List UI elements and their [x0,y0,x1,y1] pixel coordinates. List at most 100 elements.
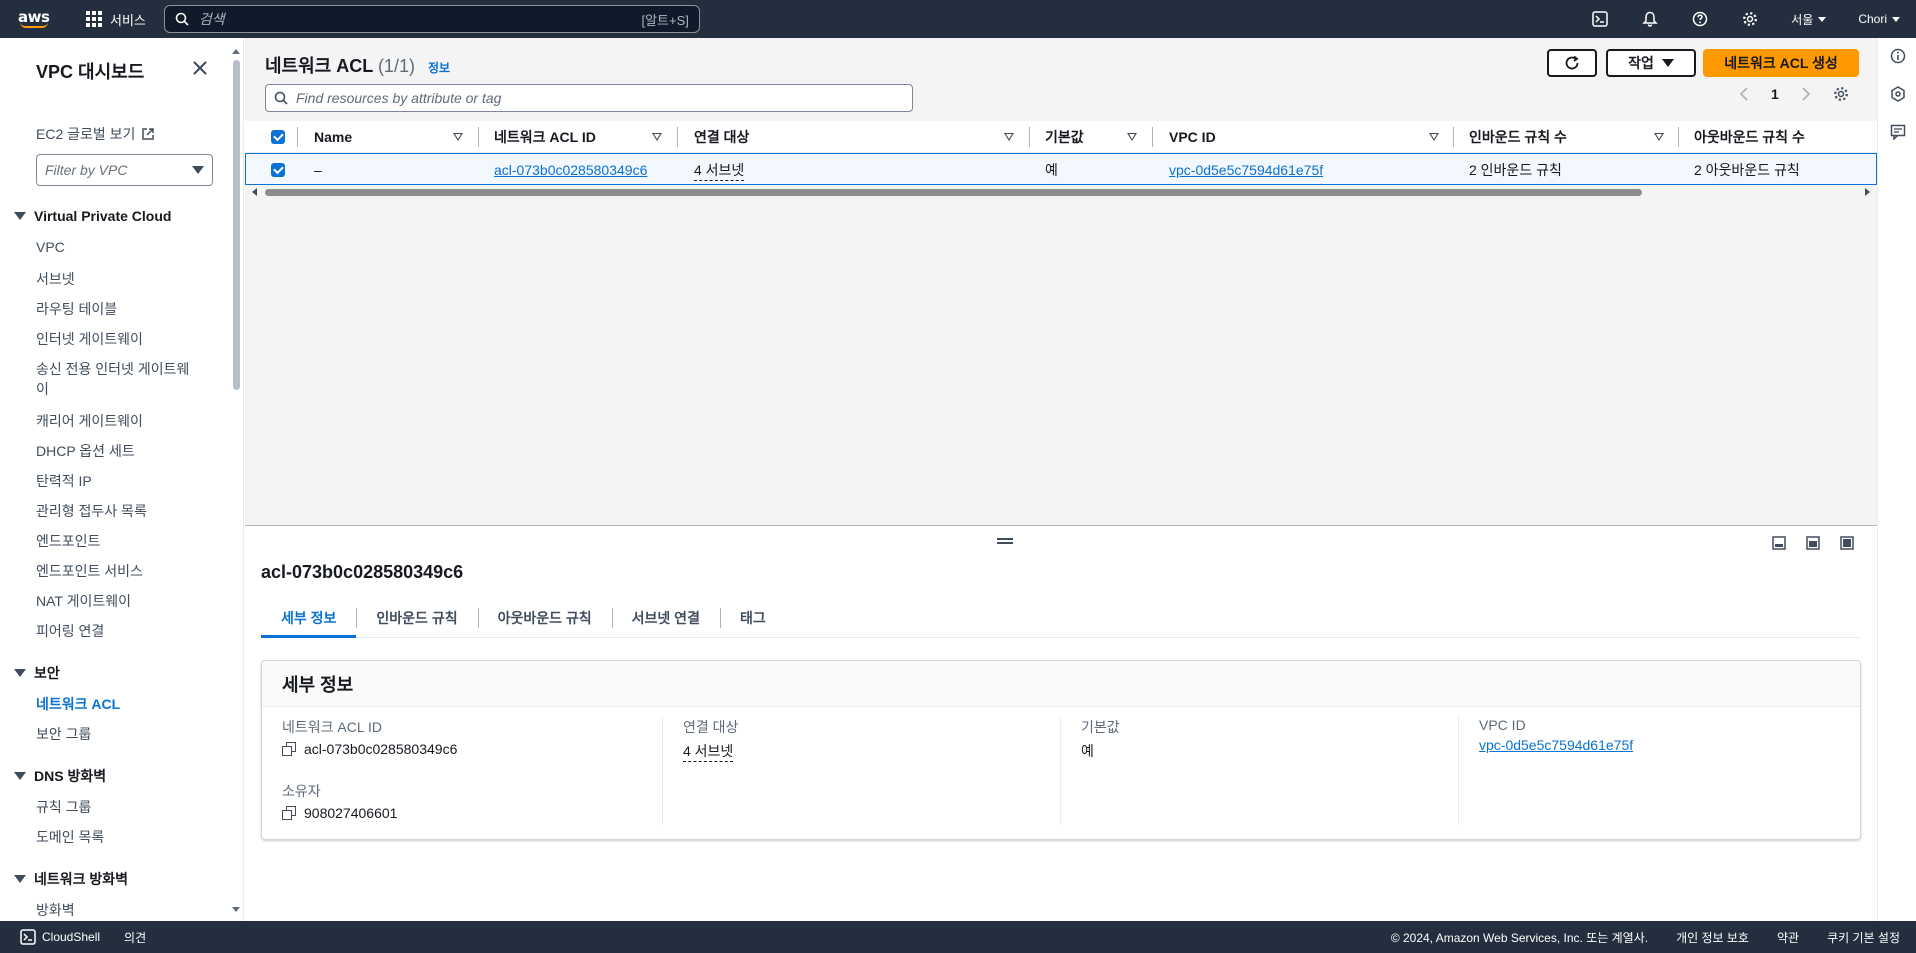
caret-down-icon [14,772,26,780]
horizontal-scrollbar[interactable] [245,186,1877,198]
refresh-button[interactable] [1547,49,1597,77]
scroll-down-icon[interactable] [231,906,241,914]
associated-subnets-link[interactable]: 4 서브넷 [694,160,745,181]
associated-value-link[interactable]: 4 서브넷 [683,741,734,762]
global-search-input[interactable] [198,11,642,27]
section-label: 보안 [34,665,60,681]
scroll-up-icon[interactable] [231,47,241,55]
sidebar-section-dns-firewall[interactable]: DNS 방화벽 [14,766,106,786]
sidebar-item-vpc[interactable]: VPC [36,239,65,255]
sidebar-section-security[interactable]: 보안 [14,663,60,683]
sidebar-item-endpoints[interactable]: 엔드포인트 [36,531,100,551]
services-menu[interactable]: 서비스 [86,10,146,29]
sidebar-item-rule-groups[interactable]: 규칙 그룹 [36,797,91,817]
cookie-preferences-link[interactable]: 쿠키 기본 설정 [1827,929,1900,946]
column-header-associated[interactable]: 연결 대상 [694,121,749,153]
select-all-checkbox[interactable] [271,121,285,153]
vpc-id-link[interactable]: vpc-0d5e5c7594d61e75f [1169,162,1323,178]
sidebar-item-carrier-gateways[interactable]: 캐리어 게이트웨이 [36,411,143,431]
cloudshell-icon[interactable] [1575,0,1625,38]
sidebar-item-dhcp-options[interactable]: DHCP 옵션 세트 [36,441,135,461]
scroll-left-icon[interactable] [250,187,258,197]
aws-logo[interactable]: aws [18,0,60,38]
hexagon-icon[interactable] [1890,86,1906,102]
region-selector[interactable]: 서울 [1775,11,1842,28]
sort-icon[interactable] [1654,133,1664,141]
feedback-icon[interactable] [1890,124,1906,140]
column-header-acl-id[interactable]: 네트워크 ACL ID [494,121,596,153]
gear-icon[interactable] [1725,0,1775,38]
privacy-link[interactable]: 개인 정보 보호 [1676,929,1749,946]
tab-details[interactable]: 세부 정보 [261,608,357,638]
column-header-default[interactable]: 기본값 [1045,121,1084,153]
chevron-right-icon[interactable] [1801,87,1811,101]
sort-icon[interactable] [1429,133,1439,141]
sort-icon[interactable] [453,133,463,141]
sidebar-scrollbar[interactable] [233,60,240,390]
column-header-outbound[interactable]: 아웃바운드 규칙 수 [1694,121,1805,153]
sidebar-item-security-groups[interactable]: 보안 그룹 [36,724,91,744]
acl-id-link[interactable]: acl-073b0c028580349c6 [494,162,647,178]
panel-full-icon[interactable] [1840,536,1854,550]
chevron-left-icon[interactable] [1739,87,1749,101]
sidebar-section-vpc[interactable]: Virtual Private Cloud [14,208,171,224]
column-header-name[interactable]: Name [314,121,352,153]
sidebar-item-route-tables[interactable]: 라우팅 테이블 [36,299,117,319]
sidebar-section-network-firewall[interactable]: 네트워크 방화벽 [14,869,128,889]
tab-tags[interactable]: 태그 [719,608,786,638]
sort-icon[interactable] [652,133,662,141]
help-icon[interactable] [1675,0,1725,38]
sidebar-item-domain-lists[interactable]: 도메인 목록 [36,827,104,847]
panel-bottom-icon[interactable] [1772,536,1786,550]
scroll-right-icon[interactable] [1864,187,1872,197]
page-number[interactable]: 1 [1771,86,1779,102]
close-icon[interactable] [192,60,208,76]
sidebar-item-nat-gateways[interactable]: NAT 게이트웨이 [36,591,131,611]
sidebar-item-internet-gateways[interactable]: 인터넷 게이트웨이 [36,329,143,349]
split-panel: acl-073b0c028580349c6 세부 정보 인바운드 규칙 아웃바운… [245,525,1877,921]
info-link[interactable]: 정보 [428,61,450,75]
sidebar-item-global-view[interactable]: EC2 글로벌 보기 [36,124,155,144]
panel-middle-icon[interactable] [1806,536,1820,550]
sidebar-item-prefix-lists[interactable]: 관리형 접두사 목록 [36,501,147,521]
info-circle-icon[interactable] [1890,48,1906,64]
sidebar-item-firewalls[interactable]: 방화벽 [36,900,75,920]
global-search[interactable]: [알트+S] [163,5,700,33]
sidebar-item-egress-only-igw[interactable]: 송신 전용 인터넷 게이트웨 이 [36,359,189,399]
table-row[interactable]: – acl-073b0c028580349c6 4 서브넷 예 vpc-0d5e… [245,153,1877,185]
vpc-filter-select[interactable]: Filter by VPC [36,154,213,186]
tab-outbound-rules[interactable]: 아웃바운드 규칙 [477,608,612,638]
sidebar-item-elastic-ips[interactable]: 탄력적 IP [36,471,92,491]
vpc-id-detail-link[interactable]: vpc-0d5e5c7594d61e75f [1479,737,1633,753]
terms-link[interactable]: 약관 [1777,929,1799,946]
tab-inbound-rules[interactable]: 인바운드 규칙 [356,608,477,638]
scrollbar-thumb[interactable] [265,189,1642,196]
column-header-vpc-id[interactable]: VPC ID [1169,121,1216,153]
create-network-acl-button[interactable]: 네트워크 ACL 생성 [1703,49,1859,77]
resize-handle-icon[interactable] [997,538,1013,544]
bell-icon[interactable] [1625,0,1675,38]
tab-subnet-associations[interactable]: 서브넷 연결 [611,608,720,638]
feedback-link[interactable]: 의견 [124,929,146,946]
copy-icon[interactable] [282,806,296,820]
resource-filter-input[interactable] [296,90,904,106]
copy-icon[interactable] [282,742,296,756]
row-checkbox[interactable] [271,154,285,186]
cloudshell-button[interactable]: CloudShell [20,929,100,945]
resource-filter[interactable] [265,84,913,112]
sidebar-item-label-cont: 이 [36,381,49,397]
actions-button[interactable]: 작업 [1606,49,1696,77]
sidebar-item-subnets[interactable]: 서브넷 [36,269,75,289]
sidebar-item-peering[interactable]: 피어링 연결 [36,621,104,641]
sort-icon[interactable] [1004,133,1014,141]
cell-default: 예 [1045,162,1058,178]
sort-icon[interactable] [1127,133,1137,141]
sidebar-item-network-acls[interactable]: 네트워크 ACL [36,694,120,714]
settings-icon[interactable] [1833,86,1849,102]
table-header: Name 네트워크 ACL ID 연결 대상 기본값 VPC ID 인바운드 규… [245,121,1877,153]
column-header-inbound[interactable]: 인바운드 규칙 수 [1469,121,1567,153]
sidebar-item-endpoint-services[interactable]: 엔드포인트 서비스 [36,561,143,581]
sidebar-title[interactable]: VPC 대시보드 [36,58,144,84]
account-menu[interactable]: Chori [1842,12,1916,26]
copyright-text: © 2024, Amazon Web Services, Inc. 또는 계열사… [1390,930,1649,945]
